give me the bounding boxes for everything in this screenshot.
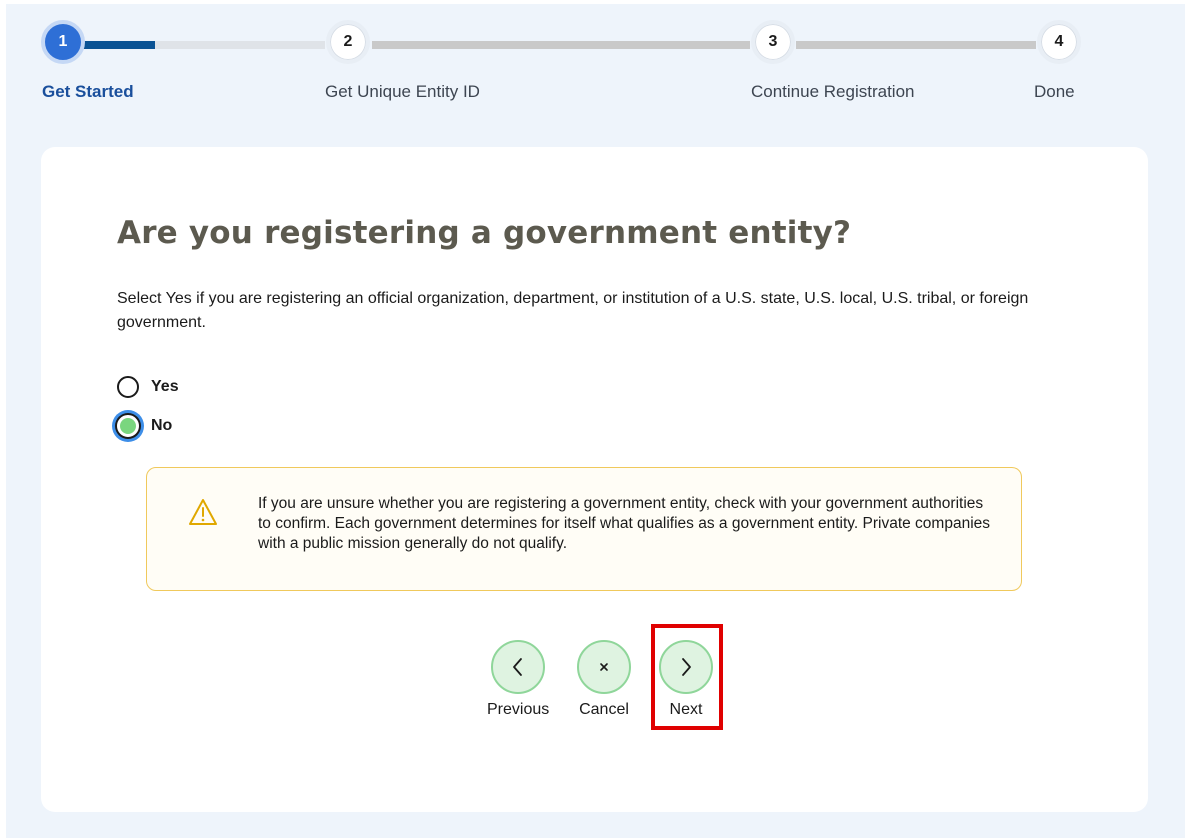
cancel-label[interactable]: Cancel [579, 701, 629, 719]
step-4-circle: 4 [1037, 20, 1081, 64]
close-icon[interactable] [577, 640, 631, 694]
step-1-circle: 1 [41, 20, 85, 64]
radio-yes-button[interactable] [117, 376, 139, 398]
previous-button[interactable]: Previous [487, 640, 549, 719]
stepper-track-1 [80, 41, 325, 49]
step-3-circle: 3 [751, 20, 795, 64]
radio-option-yes[interactable]: Yes [117, 376, 179, 398]
cancel-button[interactable]: Cancel [577, 640, 631, 719]
radio-no-label[interactable]: No [151, 417, 172, 435]
step-2-label: Get Unique Entity ID [325, 82, 480, 101]
step-3-label: Continue Registration [751, 82, 915, 101]
step-1-label: Get Started [42, 82, 134, 101]
previous-label[interactable]: Previous [487, 701, 549, 719]
stepper-progress-fill [80, 41, 155, 49]
warning-text: If you are unsure whether you are regist… [258, 495, 991, 552]
next-button-highlight [651, 624, 723, 730]
step-2-circle: 2 [326, 20, 370, 64]
progress-stepper: 1 2 3 4 Get Started Get Unique Entity ID… [0, 0, 1185, 110]
warning-triangle-icon [188, 498, 218, 526]
radio-no-button[interactable] [117, 415, 139, 437]
warning-alert: If you are unsure whether you are regist… [146, 467, 1022, 591]
question-description: Select Yes if you are registering an off… [117, 290, 1029, 331]
radio-option-no[interactable]: No [117, 415, 172, 437]
navigation-actions: Previous Cancel Next [41, 624, 1148, 730]
question-card: Are you registering a government entity?… [41, 147, 1148, 812]
stepper-track-2 [372, 41, 750, 49]
stepper-track-3 [796, 41, 1036, 49]
step-4-label: Done [1034, 82, 1075, 101]
chevron-left-icon[interactable] [491, 640, 546, 694]
page-title: Are you registering a government entity? [117, 215, 852, 251]
radio-yes-label[interactable]: Yes [151, 378, 179, 396]
